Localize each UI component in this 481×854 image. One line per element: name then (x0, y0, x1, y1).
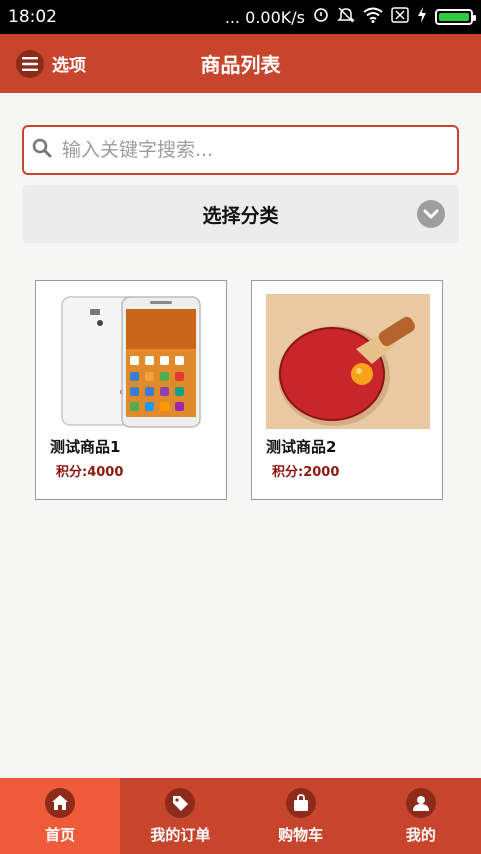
menu-button[interactable]: 选项 (16, 49, 86, 78)
product-name: 测试商品1 (50, 438, 121, 456)
sync-icon (313, 7, 329, 27)
search-icon (32, 138, 62, 162)
product-image-paddle (266, 294, 430, 429)
product-image-phone (50, 294, 214, 429)
search-box (22, 125, 459, 175)
home-icon (45, 787, 76, 818)
product-points: 积分:4000 (56, 465, 124, 480)
chevron-down-icon (417, 200, 445, 228)
mute-icon (337, 6, 355, 28)
user-icon (405, 787, 436, 818)
search-input[interactable] (62, 139, 442, 161)
app-header: 选项 商品列表 (0, 34, 481, 93)
category-select[interactable]: 选择分类 (22, 185, 459, 243)
network-speed: ... 0.00K/s (224, 7, 305, 27)
tab-mine[interactable]: 我的 (361, 778, 481, 854)
shopping-bag-icon (285, 787, 316, 818)
tab-label: 我的 (405, 825, 436, 844)
tag-icon (165, 787, 196, 818)
product-points: 积分:2000 (272, 465, 340, 480)
menu-icon (16, 49, 44, 78)
bottom-tabbar: 首页 我的订单 购物车 我的 (0, 778, 481, 854)
no-sim-icon (391, 7, 409, 27)
tab-label: 购物车 (278, 825, 324, 844)
tab-home[interactable]: 首页 (0, 778, 121, 854)
tab-label: 首页 (45, 825, 76, 844)
product-name: 测试商品2 (266, 438, 337, 456)
status-time: 18:02 (8, 7, 57, 27)
category-label: 选择分类 (202, 204, 279, 227)
charging-icon (417, 7, 427, 27)
menu-label: 选项 (52, 56, 86, 76)
tab-label: 我的订单 (150, 825, 211, 844)
tab-cart[interactable]: 购物车 (241, 778, 361, 854)
product-card[interactable]: 测试商品2 积分:2000 (251, 280, 443, 500)
tab-my-orders[interactable]: 我的订单 (120, 778, 240, 854)
status-icons: ... 0.00K/s (224, 6, 476, 28)
wifi-icon (363, 7, 383, 27)
battery-icon (435, 9, 476, 25)
status-bar: 18:02 ... 0.00K/s (0, 0, 481, 34)
product-card[interactable]: 测试商品1 积分:4000 (35, 280, 227, 500)
